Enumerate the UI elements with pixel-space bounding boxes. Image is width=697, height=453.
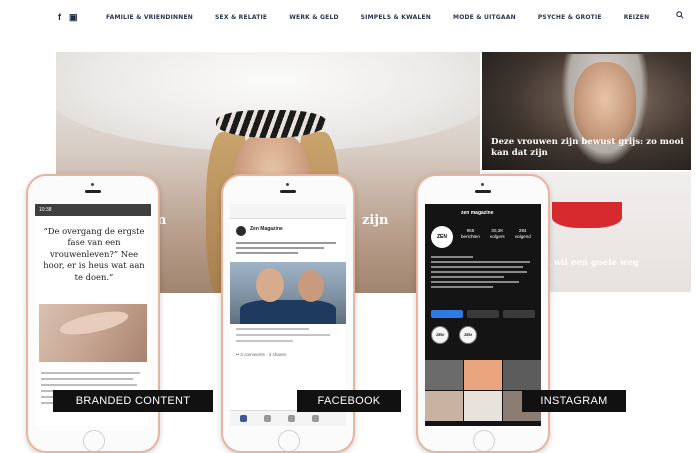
status-time: 10:38 (39, 207, 52, 213)
ig-post-thumb (425, 360, 463, 390)
woman-face-shape (574, 62, 636, 144)
article-quote: “De overgang de ergste fase van een vrou… (43, 226, 145, 282)
label-instagram: INSTAGRAM (522, 390, 626, 412)
facebook-icon[interactable]: f (58, 12, 61, 23)
fb-post-text (236, 242, 340, 257)
ig-stat-following: 284 volgend (514, 228, 531, 239)
nav-item-reizen[interactable]: REIZEN (624, 14, 650, 21)
ig-highlight: ZEN (431, 326, 449, 344)
instagram-icon[interactable]: ▣ (69, 12, 78, 23)
fb-link-preview (236, 328, 340, 346)
phone-speaker (85, 190, 101, 193)
ig-post-thumb (425, 391, 463, 421)
home-icon (240, 415, 247, 422)
phone-camera (286, 183, 289, 186)
side-article-bottom-title[interactable]: k wil een goeie weg (545, 258, 639, 268)
fb-page-name: Zen Magazine (250, 226, 283, 232)
nav-item-familie[interactable]: FAMILIE & VRIENDINNEN (106, 14, 193, 21)
top-nav: f ▣ FAMILIE & VRIENDINNEN SEX & RELATIE … (0, 0, 697, 40)
sleep-mask (216, 110, 326, 138)
ig-stat-followers: 30,3K volgers (489, 228, 505, 239)
nav-item-mode[interactable]: MODE & UITGAAN (453, 14, 516, 21)
ig-post-thumb (464, 360, 502, 390)
nav-item-simpels[interactable]: SIMPELS & KWALEN (361, 14, 431, 21)
fb-avatar (236, 226, 246, 236)
video-icon (264, 415, 271, 422)
phone-camera (91, 183, 94, 186)
ig-stats: 955 berichten 30,3K volgers 284 volgend (461, 228, 531, 240)
notifications-icon (312, 415, 319, 422)
ig-highlight: ZEN (459, 326, 477, 344)
ig-post-thumb (464, 391, 502, 421)
nav-item-psyche[interactable]: PSYCHE & GROTIE (538, 14, 602, 21)
ig-post-thumb (503, 360, 541, 390)
ig-highlights: ZEN ZEN (431, 326, 477, 344)
nav-item-werk-geld[interactable]: WERK & GELD (289, 14, 338, 21)
status-bar: 10:38 (35, 204, 151, 216)
phone-speaker (280, 190, 296, 193)
hero-caption-right[interactable]: zijn (362, 213, 388, 228)
ig-more-button (503, 310, 535, 318)
phone-speaker (475, 190, 491, 193)
man-face-shape (256, 268, 284, 302)
home-button (473, 430, 495, 451)
fb-bottom-bar (230, 410, 346, 426)
phone-camera (481, 183, 484, 186)
ig-follow-button (431, 310, 463, 318)
fb-post-photo (230, 262, 346, 324)
ig-profile-title: zen magazine (461, 210, 494, 216)
nav-item-sex-relatie[interactable]: SEX & RELATIE (215, 14, 267, 21)
red-garment-shape (552, 202, 622, 228)
arm-shape (57, 306, 131, 340)
social-links: f ▣ (58, 12, 78, 23)
ig-bio (431, 256, 535, 291)
ig-avatar: ZEN (431, 226, 453, 248)
side-article-top-title[interactable]: Deze vrouwen zijn bewust grijs: zo mooi … (491, 137, 687, 159)
ig-message-button (467, 310, 499, 318)
article-photo (39, 304, 147, 362)
label-branded-content: BRANDED CONTENT (53, 390, 213, 412)
ig-action-buttons (431, 310, 535, 318)
label-facebook: FACEBOOK (297, 390, 401, 412)
woman-face-shape (298, 270, 324, 302)
home-button (278, 430, 300, 451)
shirt-shape (240, 300, 336, 324)
fb-reactions: •• 2 comments · 3 shares (236, 352, 287, 357)
search-icon[interactable] (676, 11, 684, 19)
nav-menu: FAMILIE & VRIENDINNEN SEX & RELATIE WERK… (106, 14, 649, 21)
groups-icon (288, 415, 295, 422)
home-button (83, 430, 105, 451)
fb-top-bar (230, 204, 346, 219)
ig-stat-posts: 955 berichten (461, 228, 480, 239)
